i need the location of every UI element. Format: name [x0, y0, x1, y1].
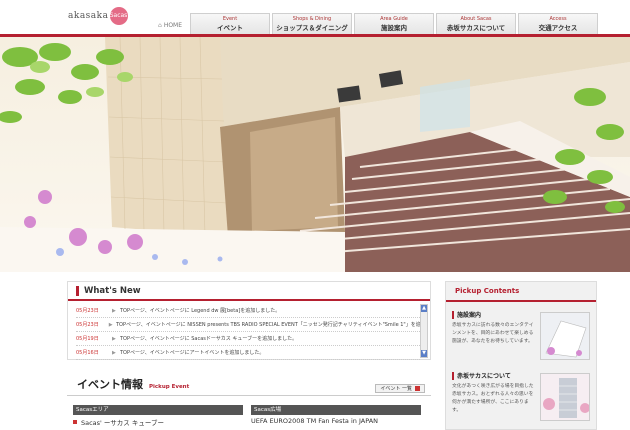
nav-tab-jp-label: 赤坂サカスについて — [446, 24, 506, 32]
event-column-heading: Sacasエリア — [73, 405, 243, 415]
pickup-item-description: 赤坂サカスに訪れる数々のエンタテインメントを、目的にあわせて楽しめる施設が、あな… — [452, 323, 534, 344]
news-item[interactable]: 05月19日 ▶ TOPページ、イベントページに Sacasドーサカス キューブ… — [76, 332, 420, 346]
nav-tab-en-label: Shops & Dining — [292, 16, 332, 22]
heading-accent-bar — [452, 310, 454, 319]
event-item[interactable]: Sacas' ーサカス キューブー — [73, 415, 243, 427]
event-item-label: UEFA EURO2008 TM Fan Festa in JAPAN — [251, 417, 379, 425]
pickup-item-about[interactable]: 赤坂サカスについて 文化があつく咲き広がる場を目指した赤坂サカス。おとずれる人々… — [452, 371, 590, 424]
news-scrollbar[interactable]: ▲ ▼ — [420, 304, 428, 358]
nav-tab-jp-label: イベント — [217, 24, 243, 32]
home-icon: ⌂ — [158, 22, 162, 29]
event-item[interactable]: UEFA EURO2008 TM Fan Festa in JAPAN — [251, 415, 421, 425]
global-nav: Event イベント Shops & Dining ショップス＆ダイニング Ar… — [190, 13, 598, 35]
heading-accent-bar — [452, 371, 454, 380]
scroll-down-icon[interactable]: ▼ — [421, 350, 427, 357]
arrow-icon: ▶ — [108, 321, 113, 328]
event-item-label: Sacas' ーサカス キューブー — [81, 419, 164, 427]
nav-tab-en-label: About Sacas — [460, 16, 492, 22]
event-list-label: イベント 一覧 — [380, 386, 412, 392]
nav-tab-area-guide[interactable]: Area Guide 施設案内 — [354, 13, 434, 35]
whats-new-title: What's New — [84, 285, 141, 296]
hero-staircase-illustration — [0, 37, 630, 272]
hero-illustration — [0, 37, 630, 272]
nav-tab-jp-label: ショップス＆ダイニング — [276, 24, 348, 32]
news-text[interactable]: TOPページ、イベントページに Sacasドーサカス キューブーを追加しました。 — [120, 335, 297, 342]
nav-tab-event[interactable]: Event イベント — [190, 13, 270, 35]
scroll-up-icon[interactable]: ▲ — [421, 305, 427, 312]
pickup-item-description: 文化があつく咲き広がる場を目指した赤坂サカス。おとずれる人々の思いを何かが満たす… — [452, 384, 534, 413]
home-label: HOME — [163, 22, 183, 29]
whats-new-panel: What's New 05月23日 ▶ TOPページ、イベントページに Lege… — [67, 281, 431, 360]
logo-badge: Sacas — [109, 7, 128, 25]
logo-text: akasaka — [68, 11, 109, 21]
event-subtitle: Pickup Event — [149, 384, 190, 390]
news-item[interactable]: 05月23日 ▶ TOPページ、イベントページに Legend dw 展[bet… — [76, 304, 420, 318]
home-link[interactable]: ⌂ HOME — [158, 22, 182, 29]
news-date: 05月19日 — [76, 336, 99, 342]
news-text[interactable]: TOPページ、イベントページにアートイベントを追加しました。 — [120, 349, 264, 356]
arrow-icon: ▶ — [112, 335, 116, 342]
site-logo[interactable]: akasaka Sacas — [68, 6, 128, 26]
nav-tab-jp-label: 交通アクセス — [538, 24, 578, 32]
event-column: Sacas広場 UEFA EURO2008 TM Fan Festa in JA… — [251, 405, 421, 427]
event-list-button[interactable]: イベント 一覧 — [375, 384, 425, 393]
event-section: イベント情報 Pickup Event イベント 一覧 Sacasエリア Sac… — [67, 372, 431, 430]
nav-tab-en-label: Access — [549, 16, 567, 22]
arrow-square-icon — [415, 386, 420, 391]
nav-tab-en-label: Area Guide — [380, 16, 408, 22]
event-columns: Sacasエリア Sacas' ーサカス キューブー Sacas広場 UEFA … — [67, 396, 431, 427]
pickup-title: Pickup Contents — [446, 282, 596, 302]
area-guide-thumbnail-image — [541, 313, 589, 359]
arrow-icon: ▶ — [112, 307, 116, 314]
news-item[interactable]: 05月23日 ▶ TOPページ、イベントページに NISSEN presents… — [76, 318, 420, 332]
nav-tab-jp-label: 施設案内 — [381, 24, 407, 32]
title-accent-bar — [76, 285, 79, 296]
pickup-panel: Pickup Contents 施設案内 赤坂サカスに訪れる数々のエンタテインメ… — [445, 281, 597, 430]
pickup-item-heading-label: 施設案内 — [457, 312, 482, 319]
pickup-thumbnail[interactable] — [540, 373, 590, 421]
news-list: 05月23日 ▶ TOPページ、イベントページに Legend dw 展[bet… — [68, 301, 430, 360]
news-date: 05月23日 — [76, 308, 99, 314]
whats-new-header: What's New — [68, 282, 430, 301]
nav-tab-access[interactable]: Access 交通アクセス — [518, 13, 598, 35]
event-column-heading: Sacas広場 — [251, 405, 421, 415]
bullet-icon — [73, 420, 77, 424]
nav-tab-shops[interactable]: Shops & Dining ショップス＆ダイニング — [272, 13, 352, 35]
news-text[interactable]: TOPページ、イベントページに Legend dw 展[beta]を追加しました… — [120, 307, 280, 314]
nav-tab-en-label: Event — [222, 16, 238, 22]
pickup-thumbnail[interactable] — [540, 312, 590, 360]
news-item[interactable]: 05月16日 ▶ TOPページ、イベントページにアートイベントを追加しました。 — [76, 346, 420, 360]
nav-tab-about[interactable]: About Sacas 赤坂サカスについて — [436, 13, 516, 35]
about-thumbnail-image — [541, 374, 589, 420]
arrow-icon: ▶ — [112, 349, 116, 356]
news-text[interactable]: TOPページ、イベントページに NISSEN presents TBS RADI… — [116, 321, 420, 328]
news-date: 05月23日 — [76, 322, 99, 328]
event-column: Sacasエリア Sacas' ーサカス キューブー — [73, 405, 243, 427]
event-title: イベント情報 — [77, 378, 143, 391]
site-header: akasaka Sacas ⌂ HOME Event イベント Shops & … — [0, 0, 630, 37]
pickup-item-area-guide[interactable]: 施設案内 赤坂サカスに訪れる数々のエンタテインメントを、目的にあわせて楽しめる施… — [452, 310, 590, 363]
event-header: イベント情報 Pickup Event イベント 一覧 — [67, 372, 431, 396]
pickup-item-heading-label: 赤坂サカスについて — [457, 373, 511, 380]
news-date: 05月16日 — [76, 350, 99, 356]
